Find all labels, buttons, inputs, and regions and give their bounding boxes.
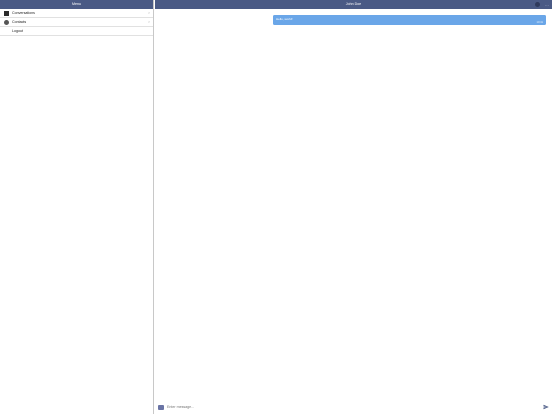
menu-item-conversations[interactable]: Conversations > <box>0 9 153 18</box>
menu-title: Menu <box>72 2 81 6</box>
menu-item-label: Logout <box>12 29 23 33</box>
messenger-app: Menu Conversations > Contacts > Logout J… <box>0 0 552 414</box>
avatar[interactable] <box>535 2 540 7</box>
message-bubble-outgoing: Hello, world! 10:41 <box>273 15 546 25</box>
message-input[interactable] <box>167 403 542 411</box>
menu-header: Menu <box>0 0 153 9</box>
message-text: Hello, world! <box>276 16 293 21</box>
send-icon <box>543 404 549 410</box>
message-composer <box>155 398 552 414</box>
more-options-icon[interactable]: ... <box>545 0 549 9</box>
menu-item-label: Contacts <box>12 20 27 24</box>
menu-item-label: Conversations <box>12 11 35 15</box>
send-button[interactable] <box>542 404 549 411</box>
menu-pane: Menu Conversations > Contacts > Logout <box>0 0 154 414</box>
attachment-icon[interactable] <box>158 405 164 410</box>
contacts-icon <box>4 19 9 25</box>
chevron-right-icon: > <box>148 20 150 24</box>
message-timestamp: 10:41 <box>536 21 544 24</box>
conversations-icon <box>4 10 9 16</box>
message-list: Hello, world! 10:41 <box>155 9 552 394</box>
chat-pane: John Doe ... Hello, world! 10:41 <box>155 0 552 414</box>
menu-item-contacts[interactable]: Contacts > <box>0 18 153 27</box>
chevron-right-icon: > <box>148 11 150 15</box>
menu-item-logout[interactable]: Logout <box>0 27 153 36</box>
chat-header: John Doe ... <box>155 0 552 9</box>
contact-name: John Doe <box>345 2 362 6</box>
